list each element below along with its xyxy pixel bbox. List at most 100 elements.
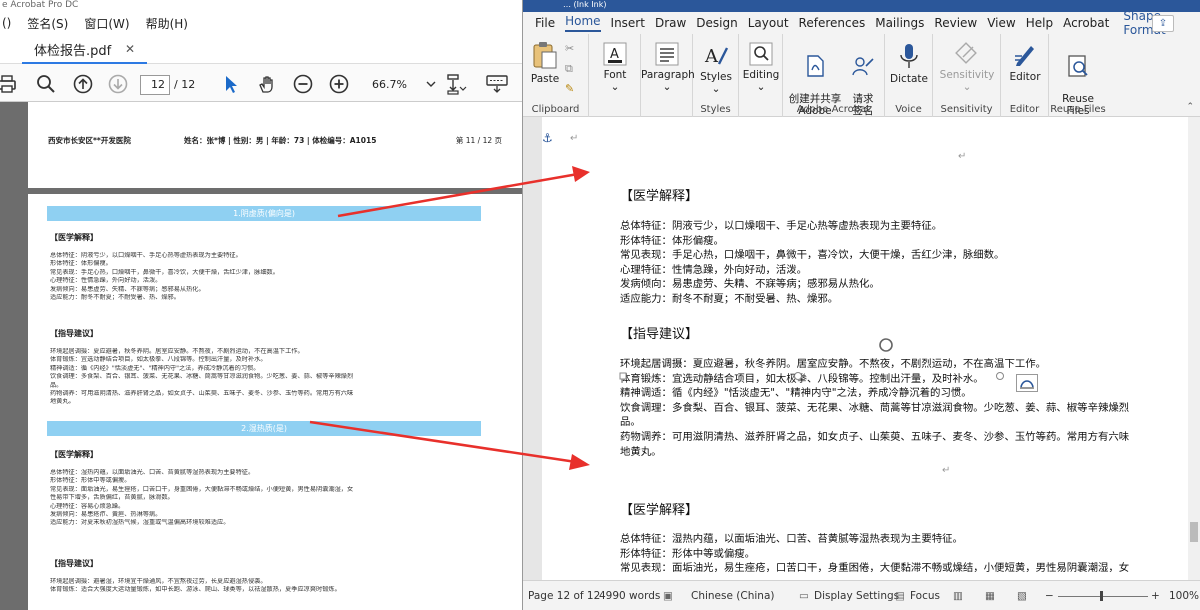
- tab-references[interactable]: References: [799, 16, 866, 30]
- pdf-line: 环境起居调摄：夏应避暑，秋冬养阴。居室应安静。不熬夜，不剧烈运动，不在高温下工作…: [50, 348, 304, 355]
- hand-tool-icon[interactable]: [256, 73, 278, 95]
- copy-icon[interactable]: ⧉: [565, 62, 573, 76]
- print-icon[interactable]: [0, 73, 18, 95]
- zoom-out-icon[interactable]: [292, 73, 314, 95]
- pdf-viewport[interactable]: 西安市长安区**开发医院 姓名：张*博 | 性别：男 | 年龄：73 | 体检编…: [0, 102, 522, 610]
- keyboard-icon[interactable]: [486, 73, 508, 95]
- display-settings-icon[interactable]: ▭: [799, 590, 809, 602]
- focus-button[interactable]: Focus: [910, 590, 940, 602]
- svg-text:A: A: [610, 47, 619, 62]
- page-display-icon[interactable]: [446, 73, 468, 95]
- tab-acrobat[interactable]: Acrobat: [1063, 16, 1109, 30]
- tab-layout[interactable]: Layout: [748, 16, 789, 30]
- group-paragraph: Paragraph ⌄: [641, 34, 695, 117]
- tab-design[interactable]: Design: [696, 16, 737, 30]
- tab-review[interactable]: Review: [934, 16, 977, 30]
- paste-button[interactable]: Paste: [529, 40, 561, 85]
- group-label-sensitivity: Sensitivity: [940, 104, 993, 115]
- cut-icon[interactable]: ✂: [565, 42, 574, 55]
- shape-selection-handles[interactable]: [612, 335, 1012, 395]
- pdf-line: 性易带下增多，舌质偏红，苔黄腻，脉滑数。: [50, 494, 174, 502]
- group-sensitivity: Sensitivity ⌄ Sensitivity: [933, 34, 1001, 117]
- tab-draw[interactable]: Draw: [655, 16, 686, 30]
- menu-item-window[interactable]: 窗口(W): [84, 15, 129, 32]
- sensitivity-icon: [955, 42, 977, 64]
- create-pdf-icon: [807, 55, 824, 77]
- word-titlebar: … (Ink Ink): [523, 0, 1200, 12]
- editing-button[interactable]: Editing ⌄: [739, 42, 783, 93]
- tab-document[interactable]: 体检报告.pdf ✕: [22, 36, 147, 64]
- create-pdf-button[interactable]: 创建并共享 Adobe PDF: [787, 42, 843, 129]
- menu-item-sign[interactable]: 签名(S): [27, 15, 68, 32]
- menu-item-view[interactable]: (): [2, 16, 11, 30]
- search-icon[interactable]: [35, 73, 57, 95]
- anchor-icon: ⚓: [542, 131, 553, 145]
- page-down-icon[interactable]: [107, 73, 129, 95]
- status-page[interactable]: Page 12 of 12: [528, 590, 600, 602]
- pdf-line: 环境起居调摄：避暑湿，环境宜干燥通风，不宜熬夜过劳，长夏应避湿热侵袭。: [50, 578, 267, 585]
- select-pointer-icon[interactable]: [220, 73, 242, 95]
- doc-line: 常见表现：手足心热，口燥咽干，鼻微干，喜冷饮，大便干燥，舌红少津，脉细数。: [620, 249, 1005, 262]
- vertical-scrollbar[interactable]: [1188, 117, 1200, 580]
- group-label-clipboard: Clipboard: [531, 104, 580, 115]
- page-up-icon[interactable]: [72, 73, 94, 95]
- read-mode-icon[interactable]: ▥: [953, 590, 963, 602]
- web-layout-icon[interactable]: ▧: [1017, 590, 1027, 602]
- tab-mailings[interactable]: Mailings: [875, 16, 924, 30]
- zoom-in-button[interactable]: +: [1151, 590, 1160, 602]
- zoom-percent[interactable]: 100%: [1169, 590, 1199, 602]
- print-layout-icon[interactable]: ▦: [985, 590, 995, 602]
- tab-file[interactable]: File: [535, 16, 555, 30]
- group-reuse-files: Reuse Files Reuse Files: [1049, 34, 1107, 117]
- page-number-input[interactable]: 12: [140, 75, 170, 95]
- doc-line: 适应能力：耐冬不耐夏；不耐受暑、热、燥邪。: [620, 292, 839, 305]
- doc-line: 发病倾向：易患虚劳、失精、不寐等病；感邪易从热化。: [620, 278, 880, 291]
- share-icon[interactable]: ⇪: [1152, 15, 1174, 32]
- tab-view[interactable]: View: [987, 16, 1015, 30]
- word-statusbar: Page 12 of 12 4990 words ▣ Chinese (Chin…: [523, 580, 1200, 610]
- menu-item-help[interactable]: 帮助(H): [146, 15, 188, 32]
- proofing-icon[interactable]: ▣: [663, 590, 673, 602]
- zoom-in-icon[interactable]: [328, 73, 350, 95]
- zoom-slider[interactable]: [1058, 591, 1148, 601]
- acrobat-tabbar: 体检报告.pdf ✕: [0, 34, 522, 64]
- collapse-ribbon-icon[interactable]: ⌃: [1186, 102, 1194, 112]
- status-words[interactable]: 4990 words: [599, 590, 660, 602]
- zoom-level-select[interactable]: 66.7%: [372, 78, 407, 91]
- paragraph-button[interactable]: Paragraph ⌄: [641, 42, 695, 93]
- pdf-line: 体育锻炼：适合大强度大运动量锻炼，如中长跑、游泳、爬山、球类等，以祛湿散热，夏季…: [50, 586, 341, 594]
- pdf-line: 形体特征：形体中等或偏瘦。: [50, 477, 131, 485]
- layout-options-icon[interactable]: [1016, 374, 1038, 392]
- close-icon[interactable]: ✕: [125, 42, 135, 56]
- sensitivity-button[interactable]: Sensitivity ⌄: [937, 42, 997, 93]
- doc-explain-block-1: 总体特征：阴液亏少，以口燥咽干、手足心热等虚热表现为主要特征。 形体特征：体形偏…: [620, 219, 1090, 307]
- format-painter-icon[interactable]: ✎: [565, 82, 574, 95]
- pdf-line: 药物调养：可用滋阴清热、滋养肝肾之品，如女贞子、山茱萸、五味子、麦冬、沙参、玉竹…: [50, 390, 354, 398]
- doc-line: 饮食调理：多食梨、百合、银耳、菠菜、无花果、冰糖、茼蒿等甘凉滋润食物。少吃葱、姜…: [620, 401, 1130, 414]
- paragraph-mark: ↵: [942, 465, 951, 476]
- tab-insert[interactable]: Insert: [611, 16, 645, 30]
- acrobat-toolbar: 12 / 12 66.7%: [0, 64, 522, 102]
- font-button[interactable]: A Font ⌄: [597, 42, 633, 93]
- zoom-out-button[interactable]: −: [1045, 590, 1054, 602]
- pdf-line: 心理特征：容易心烦急躁。: [50, 502, 125, 510]
- chevron-down-icon[interactable]: [420, 73, 442, 95]
- doc-line: 形体特征：体形偏瘦。: [620, 234, 724, 247]
- display-settings-button[interactable]: Display Settings: [814, 590, 899, 602]
- pdf-explain-block-1: 总体特征：阴液亏少，以口燥咽干、手足心热等虚热表现为主要特征。 形体特征：体形偏…: [50, 252, 482, 302]
- section-band-yinxu: 1.阴虚质(偏向是): [47, 206, 481, 221]
- focus-icon[interactable]: ▤: [895, 590, 905, 602]
- doc-line: 品。: [620, 416, 641, 429]
- styles-button[interactable]: A Styles ⌄: [697, 42, 735, 95]
- group-adobe-acrobat: 创建并共享 Adobe PDF 请求 签名 Adobe Acrobat: [783, 34, 885, 129]
- pdf-page-header: 西安市长安区**开发医院 姓名：张*博 | 性别：男 | 年龄：73 | 体检编…: [48, 135, 512, 146]
- tab-help[interactable]: Help: [1026, 16, 1053, 30]
- dictate-button[interactable]: Dictate: [887, 42, 931, 85]
- status-language[interactable]: Chinese (China): [691, 590, 774, 602]
- page-counter: 第 11 / 12 页: [455, 136, 502, 145]
- word-page[interactable]: ⚓ ↵ ↵ 【医学解释】 总体特征：阴液亏少，以口燥咽干、手足心热等虚热表现为主…: [542, 117, 1192, 580]
- scrollbar-thumb[interactable]: [1190, 522, 1198, 542]
- editor-button[interactable]: Editor: [1005, 42, 1045, 83]
- zoom-slider-thumb[interactable]: [1100, 591, 1103, 601]
- tab-home[interactable]: Home: [565, 14, 601, 32]
